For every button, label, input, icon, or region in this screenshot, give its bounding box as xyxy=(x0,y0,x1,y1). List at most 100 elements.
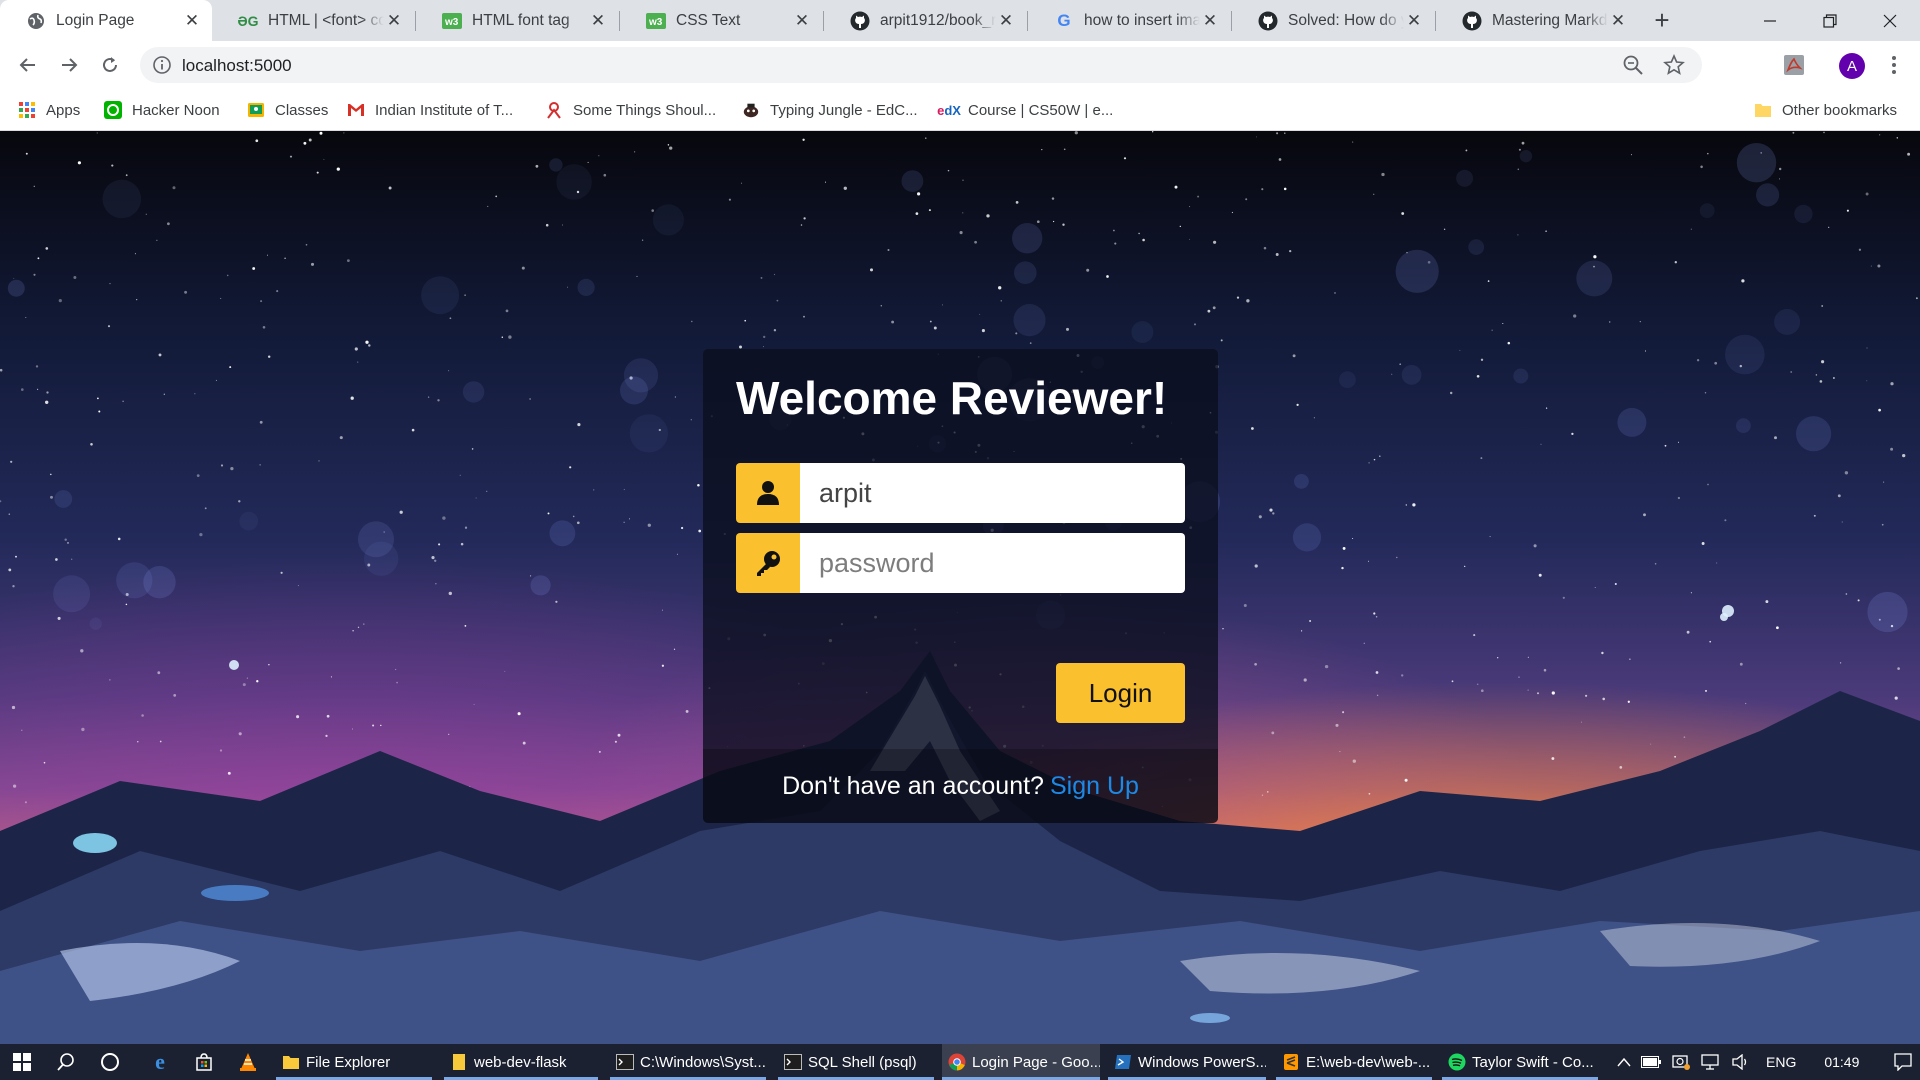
sublime-icon xyxy=(1282,1053,1300,1071)
close-tab-icon[interactable]: ✕ xyxy=(1404,11,1424,31)
username-field: arpit xyxy=(736,463,1185,523)
address-bar[interactable]: localhost:5000 xyxy=(140,47,1702,83)
close-tab-icon[interactable]: ✕ xyxy=(1200,11,1220,31)
close-tab-icon[interactable]: ✕ xyxy=(1608,11,1628,31)
taskbar-cmd[interactable]: C:\Windows\Syst... xyxy=(610,1044,766,1080)
search-button[interactable] xyxy=(44,1044,88,1080)
terminal-icon xyxy=(784,1053,802,1071)
edclub-icon xyxy=(742,101,760,119)
github-icon xyxy=(1462,11,1482,31)
edge-taskbar-button[interactable]: e xyxy=(138,1044,182,1080)
zoom-icon[interactable] xyxy=(1622,54,1644,76)
sync-icon[interactable] xyxy=(1666,1053,1696,1071)
tab-login-page[interactable]: Login Page ✕ xyxy=(0,0,212,41)
language-indicator[interactable]: ENG xyxy=(1766,1054,1796,1070)
bookmark-classes[interactable]: Classes xyxy=(247,99,328,121)
system-tray: ENG 01:49 xyxy=(1612,1044,1920,1080)
notifications-icon[interactable] xyxy=(1883,1053,1920,1071)
bookmark-cs50w[interactable]: e dX Course | CS50W | e... xyxy=(937,99,1113,121)
taskbar-spotify[interactable]: Taylor Swift - Co... xyxy=(1442,1044,1598,1080)
bookmark-indian-institute[interactable]: Indian Institute of T... xyxy=(347,99,513,121)
signup-link[interactable]: Sign Up xyxy=(1050,772,1139,801)
tab-mastering-markdown[interactable]: Mastering Markdown ✕ xyxy=(1436,0,1638,41)
signup-prompt: Don't have an account? xyxy=(782,771,1044,800)
windows-start-button[interactable] xyxy=(0,1044,44,1080)
spotify-icon xyxy=(1448,1053,1466,1071)
url-text[interactable]: localhost:5000 xyxy=(182,56,292,76)
back-button[interactable] xyxy=(10,47,46,83)
taskbar-sublime[interactable]: E:\web-dev\web-... xyxy=(1276,1044,1432,1080)
volume-icon[interactable] xyxy=(1726,1054,1756,1070)
password-field: password xyxy=(736,533,1185,593)
chrome-icon xyxy=(948,1053,966,1071)
bookmark-hacker-noon[interactable]: Hacker Noon xyxy=(104,99,220,121)
taskbar-powershell[interactable]: Windows PowerS... xyxy=(1108,1044,1266,1080)
reload-button[interactable] xyxy=(92,47,128,83)
folder-icon xyxy=(1754,101,1772,119)
bookmark-apps[interactable]: Apps xyxy=(18,99,80,121)
new-tab-button[interactable]: + xyxy=(1648,5,1676,35)
vlc-taskbar-button[interactable] xyxy=(226,1044,270,1080)
w3schools-icon: w3 xyxy=(646,11,666,31)
taskbar-web-dev-flask[interactable]: web-dev-flask xyxy=(444,1044,598,1080)
info-icon[interactable] xyxy=(152,55,172,75)
restore-button[interactable] xyxy=(1800,0,1860,41)
close-tab-icon[interactable]: ✕ xyxy=(792,11,812,31)
bookmark-typing-jungle[interactable]: Typing Jungle - EdC... xyxy=(742,99,918,121)
tab-github-solved[interactable]: Solved: How do you ✕ xyxy=(1232,0,1434,41)
close-tab-icon[interactable]: ✕ xyxy=(996,11,1016,31)
taskbar-chrome-login-page[interactable]: Login Page - Goo... xyxy=(942,1044,1100,1080)
arrow-left-icon xyxy=(19,58,35,72)
hackernoon-icon xyxy=(104,101,122,119)
folder-icon xyxy=(282,1053,300,1071)
cmd-icon xyxy=(616,1053,634,1071)
svg-text:w3: w3 xyxy=(444,17,459,28)
bookmark-star-icon[interactable] xyxy=(1662,53,1686,77)
gmail-icon xyxy=(347,101,365,119)
search-icon xyxy=(57,1053,74,1071)
close-tab-icon[interactable]: ✕ xyxy=(182,11,202,31)
battery-icon[interactable] xyxy=(1636,1056,1666,1068)
github-icon xyxy=(1258,11,1278,31)
classroom-icon xyxy=(247,101,265,119)
clock[interactable]: 01:49 xyxy=(1824,1054,1859,1070)
w3schools-icon: w3 xyxy=(442,11,462,31)
username-input[interactable]: arpit xyxy=(800,463,1185,523)
close-tab-icon[interactable]: ✕ xyxy=(588,11,608,31)
network-icon[interactable] xyxy=(1696,1054,1726,1070)
forward-button[interactable] xyxy=(51,47,87,83)
close-tab-icon[interactable]: ✕ xyxy=(384,11,404,31)
other-bookmarks[interactable]: Other bookmarks xyxy=(1754,99,1897,121)
tab-html-font-tag[interactable]: w3 HTML font tag ✕ xyxy=(416,0,618,41)
password-input[interactable]: password xyxy=(800,533,1185,593)
svg-text:w3: w3 xyxy=(648,17,663,28)
chevron-up-icon[interactable] xyxy=(1612,1057,1636,1067)
cortana-icon xyxy=(101,1053,119,1071)
profile-avatar[interactable]: A xyxy=(1839,53,1865,79)
signup-footer: Don't have an account? Sign Up xyxy=(703,749,1218,823)
bookmark-some-things[interactable]: Some Things Shoul... xyxy=(545,99,716,121)
geeksforgeeks-icon: ƏG xyxy=(237,12,259,29)
tab-css-text[interactable]: w3 CSS Text ✕ xyxy=(620,0,822,41)
taskbar-file-explorer[interactable]: File Explorer xyxy=(276,1044,432,1080)
tab-github-book-review[interactable]: arpit1912/book_review ✕ xyxy=(824,0,1026,41)
store-icon xyxy=(196,1053,212,1071)
google-icon: G xyxy=(1057,10,1071,30)
minimize-button[interactable] xyxy=(1740,0,1800,41)
taskbar-sql-shell[interactable]: SQL Shell (psql) xyxy=(778,1044,934,1080)
more-menu-icon[interactable] xyxy=(1882,53,1906,77)
login-button[interactable]: Login xyxy=(1056,663,1185,723)
apps-grid-icon xyxy=(18,101,36,119)
github-icon xyxy=(850,11,870,31)
windows-taskbar: e File Explorer web-dev-flask C:\Windows… xyxy=(0,1044,1920,1080)
tab-html-font-color[interactable]: ƏG HTML | <font> color ✕ xyxy=(212,0,414,41)
tab-google-insert-image[interactable]: G how to insert image ✕ xyxy=(1028,0,1230,41)
close-window-button[interactable] xyxy=(1860,0,1920,41)
acrobat-extension-icon[interactable] xyxy=(1782,53,1806,77)
cortana-button[interactable] xyxy=(88,1044,132,1080)
powershell-icon xyxy=(1114,1053,1132,1071)
login-card: Welcome Reviewer! arpit password Login D… xyxy=(703,349,1218,823)
store-taskbar-button[interactable] xyxy=(182,1044,226,1080)
edge-icon: e xyxy=(155,1049,165,1074)
browser-toolbar: localhost:5000 A xyxy=(0,41,1920,89)
